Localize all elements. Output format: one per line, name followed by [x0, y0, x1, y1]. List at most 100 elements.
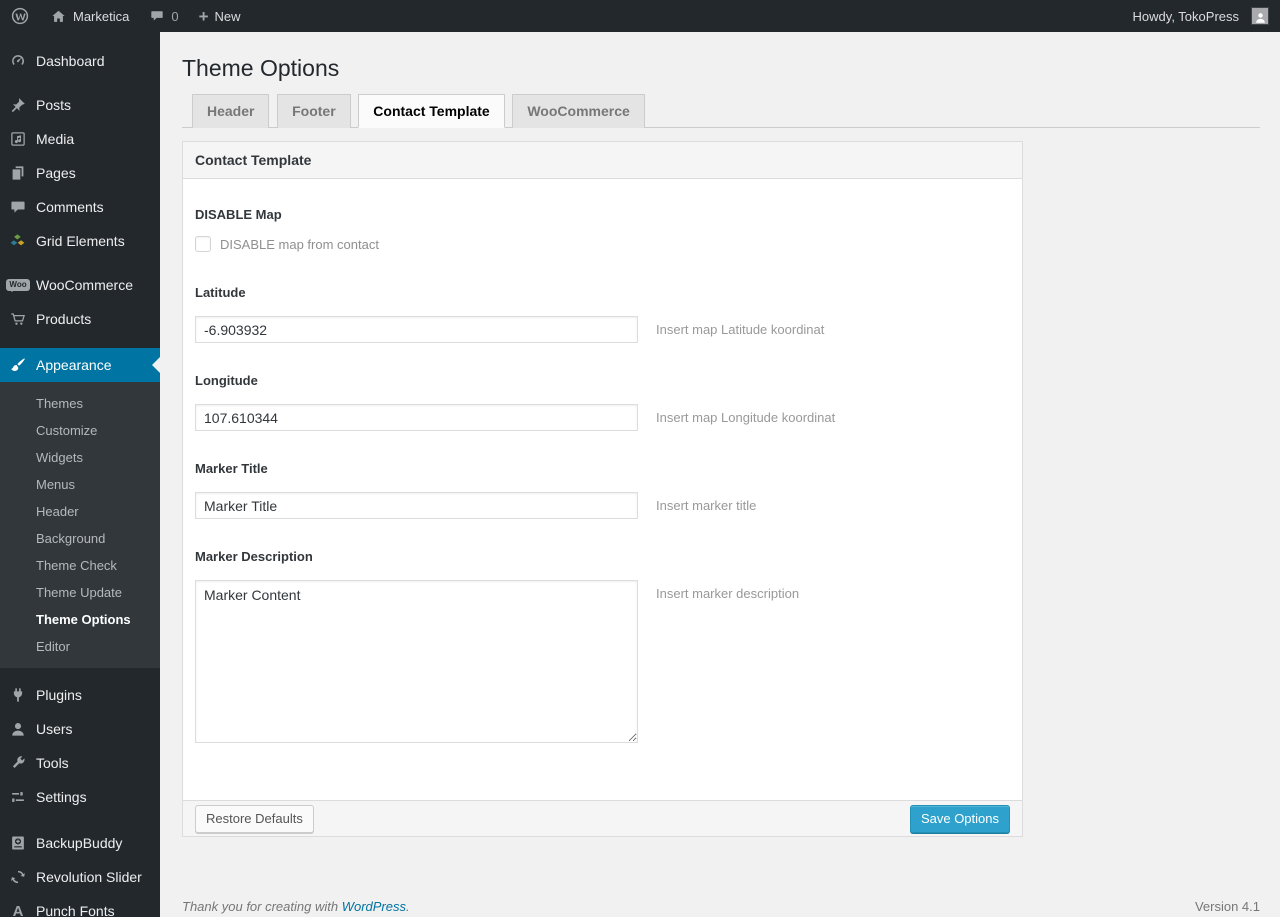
field-longitude: Longitude Insert map Longitude koordinat — [195, 373, 1010, 431]
woo-badge: Woo — [6, 279, 30, 292]
submenu-item-background[interactable]: Background — [0, 525, 160, 552]
marker-description-textarea[interactable]: Marker Content — [195, 580, 638, 743]
marker-title-help-text: Insert marker title — [656, 498, 757, 513]
pin-icon — [8, 95, 28, 115]
sidebar-item-pages[interactable]: Pages — [0, 156, 160, 190]
sidebar-item-posts[interactable]: Posts — [0, 88, 160, 122]
tab-contact-template[interactable]: Contact Template — [358, 94, 505, 128]
grid-elements-icon — [8, 231, 28, 251]
sidebar-item-revolution-slider[interactable]: Revolution Slider — [0, 860, 160, 894]
sidebar-item-woocommerce[interactable]: Woo WooCommerce — [0, 268, 160, 302]
sidebar-item-plugins[interactable]: Plugins — [0, 678, 160, 712]
admin-sidebar: Dashboard Posts Media Pages Comments Gri… — [0, 32, 160, 917]
sidebar-item-comments[interactable]: Comments — [0, 190, 160, 224]
wordpress-link[interactable]: WordPress — [342, 899, 406, 914]
submenu-item-theme-update[interactable]: Theme Update — [0, 579, 160, 606]
home-icon — [52, 10, 65, 22]
brush-icon — [8, 355, 28, 375]
sidebar-item-backupbuddy[interactable]: BackupBuddy — [0, 826, 160, 860]
wordpress-logo-icon — [11, 7, 29, 25]
sidebar-item-label: Posts — [36, 97, 72, 113]
longitude-input[interactable] — [195, 404, 638, 431]
site-menu-item[interactable]: Marketica — [40, 0, 139, 32]
sidebar-item-label: Media — [36, 131, 75, 147]
plug-icon — [8, 685, 28, 705]
sidebar-item-label: Tools — [36, 755, 69, 771]
sidebar-item-label: WooCommerce — [36, 277, 133, 293]
tab-header[interactable]: Header — [192, 94, 270, 128]
tab-footer[interactable]: Footer — [277, 94, 351, 128]
admin-bar-left: Marketica 0 + New — [0, 0, 251, 32]
sidebar-item-appearance[interactable]: Appearance — [0, 348, 160, 382]
pages-icon — [8, 163, 28, 183]
site-name: Marketica — [73, 8, 130, 24]
comments-menu-item[interactable]: 0 — [139, 0, 188, 32]
sidebar-item-users[interactable]: Users — [0, 712, 160, 746]
admin-bar-right: Howdy, TokoPress — [1123, 0, 1280, 32]
menu-separator — [0, 78, 160, 88]
marker-title-input[interactable] — [195, 492, 638, 519]
marker-title-input-row: Insert marker title — [195, 492, 1010, 519]
latitude-help-text: Insert map Latitude koordinat — [656, 322, 825, 337]
tab-bar: Header Footer Contact Template WooCommer… — [182, 94, 1260, 128]
field-label: Marker Description — [195, 549, 313, 564]
submenu-item-theme-options[interactable]: Theme Options — [0, 606, 160, 633]
field-label: Latitude — [195, 285, 246, 300]
wordpress-logo-icon[interactable] — [0, 0, 40, 32]
field-label: DISABLE Map — [195, 207, 282, 222]
my-account-menu-item[interactable]: Howdy, TokoPress — [1123, 0, 1269, 32]
submenu-item-widgets[interactable]: Widgets — [0, 444, 160, 471]
sidebar-item-punch-fonts[interactable]: A Punch Fonts — [0, 894, 160, 917]
sidebar-item-label: Dashboard — [36, 53, 105, 69]
options-panel: Contact Template DISABLE Map DISABLE map… — [182, 141, 1023, 837]
page-title: Theme Options — [182, 55, 340, 81]
menu-separator — [0, 814, 160, 826]
sidebar-item-label: BackupBuddy — [36, 835, 123, 851]
field-latitude: Latitude Insert map Latitude koordinat — [195, 285, 1010, 343]
submenu-item-theme-check[interactable]: Theme Check — [0, 552, 160, 579]
panel-footer: Restore Defaults Save Options — [183, 800, 1022, 836]
sidebar-item-label: Products — [36, 311, 92, 327]
avatar — [1251, 7, 1269, 25]
new-content-menu-item[interactable]: + New — [189, 0, 251, 32]
submenu-item-editor[interactable]: Editor — [0, 633, 160, 660]
submenu-item-themes[interactable]: Themes — [0, 390, 160, 417]
field-label: Longitude — [195, 373, 258, 388]
sidebar-item-grid-elements[interactable]: Grid Elements — [0, 224, 160, 258]
field-disable-map: DISABLE Map DISABLE map from contact — [195, 207, 1010, 252]
sidebar-item-label: Pages — [36, 165, 76, 181]
panel-title: Contact Template — [183, 142, 1022, 179]
sidebar-item-label: Appearance — [36, 357, 112, 373]
cart-icon — [8, 309, 28, 329]
sidebar-item-products[interactable]: Products — [0, 302, 160, 336]
sidebar-item-dashboard[interactable]: Dashboard — [0, 44, 160, 78]
letter-a-glyph: A — [12, 902, 24, 917]
howdy-text: Howdy, TokoPress — [1132, 8, 1239, 24]
sidebar-item-label: Settings — [36, 789, 87, 805]
settings-icon — [8, 787, 28, 807]
main-content: Theme Options Header Footer Contact Temp… — [160, 0, 1280, 914]
user-icon — [8, 719, 28, 739]
disable-map-checkbox-label: DISABLE map from contact — [220, 236, 379, 252]
save-options-button[interactable]: Save Options — [909, 804, 1010, 833]
menu-separator — [0, 258, 160, 268]
dashboard-icon — [8, 51, 28, 71]
field-marker-title: Marker Title Insert marker title — [195, 461, 1010, 519]
longitude-input-row: Insert map Longitude koordinat — [195, 404, 1010, 431]
longitude-help-text: Insert map Longitude koordinat — [656, 410, 836, 425]
submenu-item-header[interactable]: Header — [0, 498, 160, 525]
submenu-item-menus[interactable]: Menus — [0, 471, 160, 498]
sidebar-item-tools[interactable]: Tools — [0, 746, 160, 780]
submenu-item-customize[interactable]: Customize — [0, 417, 160, 444]
comments-icon — [8, 197, 28, 217]
marker-description-input-row: Marker Content Insert marker description — [195, 580, 1010, 743]
disable-map-checkbox[interactable] — [195, 236, 211, 252]
footer-thanks-period: . — [406, 899, 410, 914]
sidebar-item-media[interactable]: Media — [0, 122, 160, 156]
avatar-person-icon — [1255, 13, 1265, 23]
restore-defaults-button[interactable]: Restore Defaults — [195, 804, 314, 833]
sidebar-item-label: Plugins — [36, 687, 82, 703]
tab-woocommerce[interactable]: WooCommerce — [512, 94, 645, 128]
sidebar-item-settings[interactable]: Settings — [0, 780, 160, 814]
latitude-input[interactable] — [195, 316, 638, 343]
